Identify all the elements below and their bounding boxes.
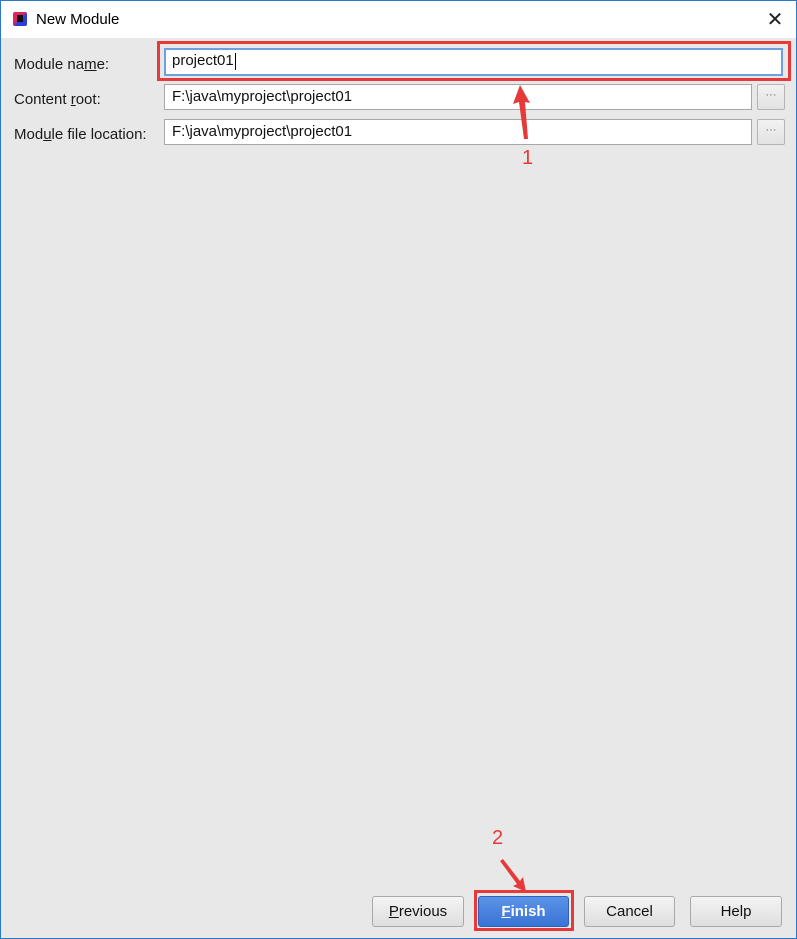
module-file-location-browse-button[interactable]: ··· (757, 119, 785, 145)
finish-button[interactable]: Finish (478, 896, 569, 927)
button-label: inish (510, 903, 546, 920)
cancel-button[interactable]: Cancel (584, 896, 675, 927)
annotation-label-1: 1 (522, 147, 534, 169)
label-text: Mod (14, 126, 44, 143)
module-name-value: project01 (172, 52, 234, 69)
module-file-location-input[interactable]: F:\java\myproject\project01 (164, 119, 752, 145)
mnemonic: m (84, 56, 97, 73)
label-text: oot: (75, 91, 101, 108)
content-root-value: F:\java\myproject\project01 (172, 88, 353, 105)
annotation-label-2: 2 (492, 827, 504, 849)
dialog-title: New Module (36, 11, 120, 28)
annotation-arrow-1-icon (513, 85, 530, 139)
previous-button[interactable]: Previous (372, 896, 464, 927)
close-button[interactable]: ✕ (753, 1, 797, 38)
content-root-browse-button[interactable]: ··· (757, 84, 785, 110)
label-text: le file location: (51, 126, 147, 143)
module-name-input[interactable]: project01 (164, 48, 783, 76)
module-file-location-value: F:\java\myproject\project01 (172, 123, 353, 140)
module-name-label: Module name: (14, 56, 109, 73)
mnemonic: F (501, 903, 511, 920)
label-text: Content (14, 91, 71, 108)
label-text: e: (96, 56, 110, 73)
button-label: revious (398, 903, 448, 920)
content-root-label: Content root: (14, 91, 101, 108)
title-bar: New Module ✕ (1, 1, 796, 38)
annotation-arrow-2-icon (500, 859, 526, 892)
mnemonic: P (388, 903, 399, 920)
new-module-dialog: New Module ✕ Module name: project01 Cont… (0, 0, 797, 939)
module-file-location-label: Module file location: (14, 126, 147, 143)
mnemonic: u (43, 126, 52, 143)
help-button[interactable]: Help (690, 896, 782, 927)
label-text: Module na (14, 56, 85, 73)
text-caret (234, 52, 236, 70)
intellij-app-icon (13, 12, 27, 26)
content-root-input[interactable]: F:\java\myproject\project01 (164, 84, 752, 110)
